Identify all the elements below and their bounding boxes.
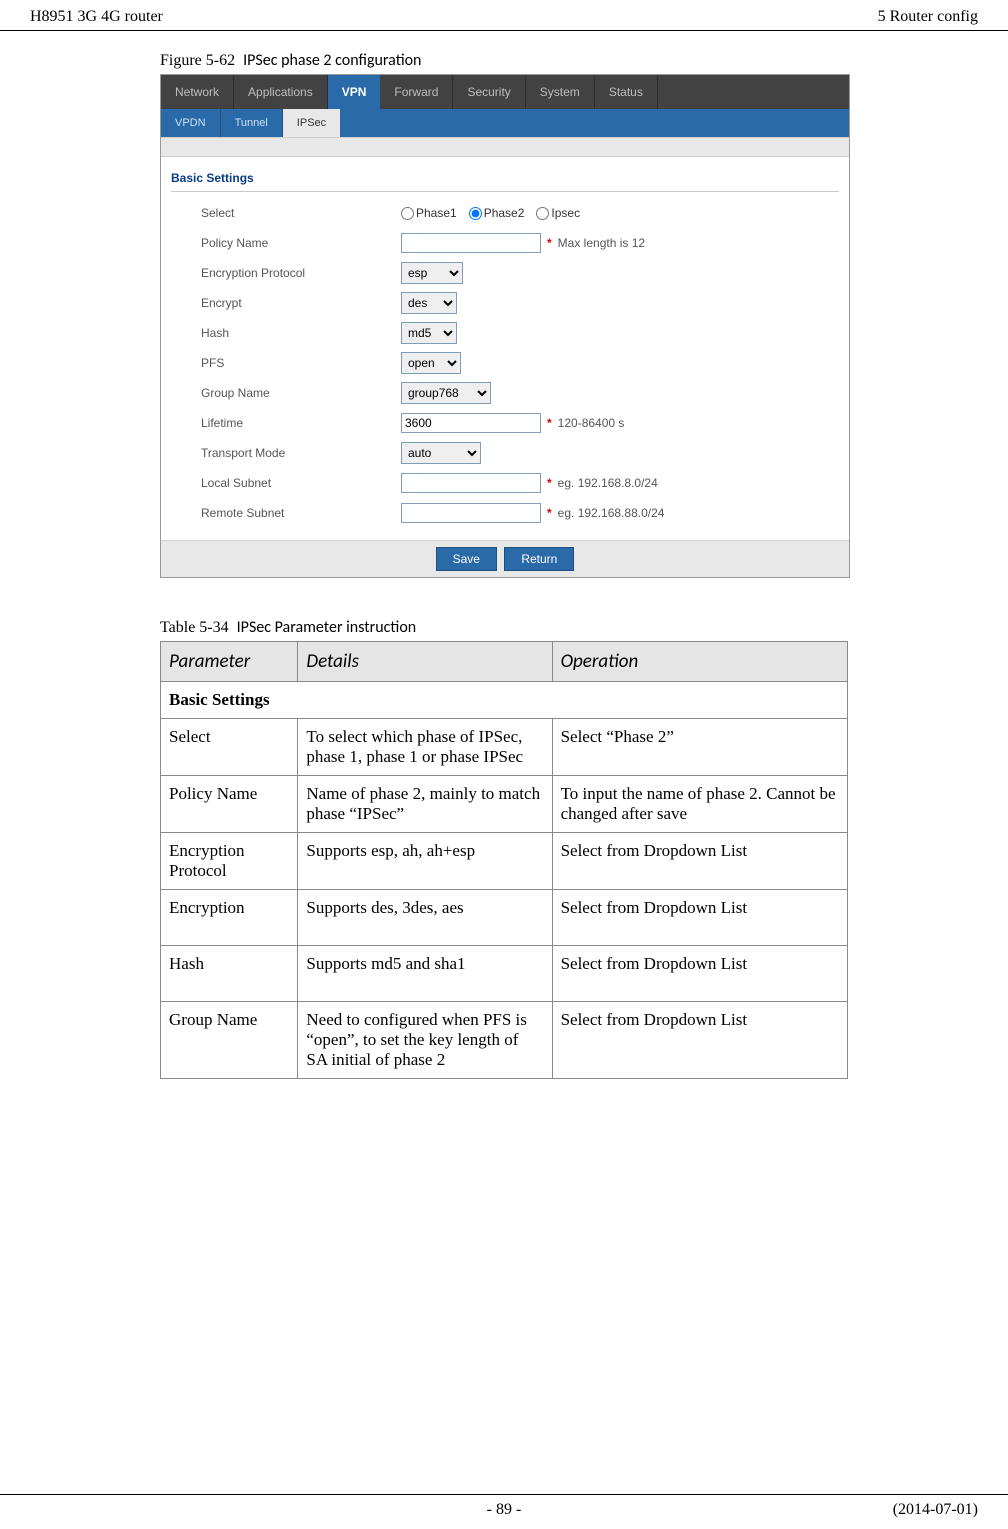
required-icon: * [547,506,552,520]
header-left: H8951 3G 4G router [30,8,163,26]
th-details: Details [298,642,552,682]
table-row: Select To select which phase of IPSec, p… [161,719,848,776]
section-title: Basic Settings [171,171,839,185]
table-row: Encryption Supports des, 3des, aes Selec… [161,890,848,946]
local-subnet-label: Local Subnet [171,476,401,490]
cell-param: Encryption Protocol [161,833,298,890]
section-rule [171,191,839,192]
subtab-ipsec[interactable]: IPSec [283,109,340,137]
cell-op: Select from Dropdown List [552,890,847,946]
encrypt-select[interactable]: des [401,292,457,314]
policy-name-hint: Max length is 12 [558,236,645,250]
sub-tabs: VPDN Tunnel IPSec [161,109,849,137]
table-title: IPSec Parameter instruction [237,618,417,637]
figure-number: Figure 5-62 [160,52,235,69]
subtab-tunnel[interactable]: Tunnel [221,109,283,137]
basic-settings-row: Basic Settings [161,682,848,719]
cell-param: Group Name [161,1002,298,1079]
button-bar: Save Return [161,540,849,577]
parameter-table: Parameter Details Operation Basic Settin… [160,641,848,1079]
footer-left [30,1501,346,1519]
tab-security[interactable]: Security [453,75,525,109]
radio-phase1[interactable]: Phase1 [401,206,457,220]
page-number: - 89 - [346,1501,662,1519]
transport-mode-select[interactable]: auto [401,442,481,464]
main-tabs: Network Applications VPN Forward Securit… [161,75,849,109]
required-icon: * [547,236,552,250]
table-row: Policy Name Name of phase 2, mainly to m… [161,776,848,833]
remote-subnet-hint: eg. 192.168.88.0/24 [558,506,665,520]
subtab-vpdn[interactable]: VPDN [161,109,221,137]
page-footer: - 89 - (2014-07-01) [0,1494,1008,1529]
hash-label: Hash [171,326,401,340]
pfs-label: PFS [171,356,401,370]
radio-ipsec[interactable]: Ipsec [536,206,580,220]
cell-details: Supports esp, ah, ah+esp [298,833,552,890]
tab-applications[interactable]: Applications [234,75,328,109]
lifetime-label: Lifetime [171,416,401,430]
cell-op: Select “Phase 2” [552,719,847,776]
radio-phase1-label: Phase1 [416,206,457,220]
cell-details: Supports md5 and sha1 [298,946,552,1002]
toolbar-bar [161,137,849,157]
cell-details: Name of phase 2, mainly to match phase “… [298,776,552,833]
encrypt-label: Encrypt [171,296,401,310]
cell-param: Policy Name [161,776,298,833]
tab-vpn[interactable]: VPN [328,75,381,109]
radio-phase2[interactable]: Phase2 [469,206,525,220]
return-button[interactable]: Return [504,547,574,571]
table-caption: Table 5-34 IPSec Parameter instruction [160,618,848,637]
tab-network[interactable]: Network [161,75,234,109]
remote-subnet-label: Remote Subnet [171,506,401,520]
radio-phase2-label: Phase2 [484,206,525,220]
local-subnet-hint: eg. 192.168.8.0/24 [558,476,658,490]
cell-details: Need to configured when PFS is “open”, t… [298,1002,552,1079]
cell-op: Select from Dropdown List [552,833,847,890]
select-label: Select [171,206,401,220]
remote-subnet-input[interactable] [401,503,541,523]
th-operation: Operation [552,642,847,682]
th-parameter: Parameter [161,642,298,682]
transport-mode-label: Transport Mode [171,446,401,460]
figure-caption: Figure 5-62 IPSec phase 2 configuration [160,51,848,70]
pfs-select[interactable]: open [401,352,461,374]
group-name-label: Group Name [171,386,401,400]
save-button[interactable]: Save [436,547,497,571]
footer-date: (2014-07-01) [662,1501,978,1519]
screenshot-panel: Network Applications VPN Forward Securit… [160,74,850,578]
cell-details: Supports des, 3des, aes [298,890,552,946]
hash-select[interactable]: md5 [401,322,457,344]
tab-status[interactable]: Status [595,75,658,109]
radio-ipsec-label: Ipsec [551,206,580,220]
table-row: Hash Supports md5 and sha1 Select from D… [161,946,848,1002]
cell-op: Select from Dropdown List [552,1002,847,1079]
local-subnet-input[interactable] [401,473,541,493]
table-row: Group Name Need to configured when PFS i… [161,1002,848,1079]
policy-name-input[interactable] [401,233,541,253]
policy-name-label: Policy Name [171,236,401,250]
cell-param: Select [161,719,298,776]
table-number: Table 5-34 [160,619,229,636]
enc-protocol-label: Encryption Protocol [171,266,401,280]
tab-system[interactable]: System [526,75,595,109]
cell-details: To select which phase of IPSec, phase 1,… [298,719,552,776]
required-icon: * [547,416,552,430]
table-row: Encryption Protocol Supports esp, ah, ah… [161,833,848,890]
required-icon: * [547,476,552,490]
tab-forward[interactable]: Forward [380,75,453,109]
cell-param: Hash [161,946,298,1002]
figure-title: IPSec phase 2 configuration [243,51,421,70]
cell-op: Select from Dropdown List [552,946,847,1002]
cell-param: Encryption [161,890,298,946]
group-name-select[interactable]: group768 [401,382,491,404]
cell-op: To input the name of phase 2. Cannot be … [552,776,847,833]
lifetime-input[interactable] [401,413,541,433]
lifetime-hint: 120-86400 s [558,416,625,430]
enc-protocol-select[interactable]: esp [401,262,463,284]
header-right: 5 Router config [878,8,978,26]
